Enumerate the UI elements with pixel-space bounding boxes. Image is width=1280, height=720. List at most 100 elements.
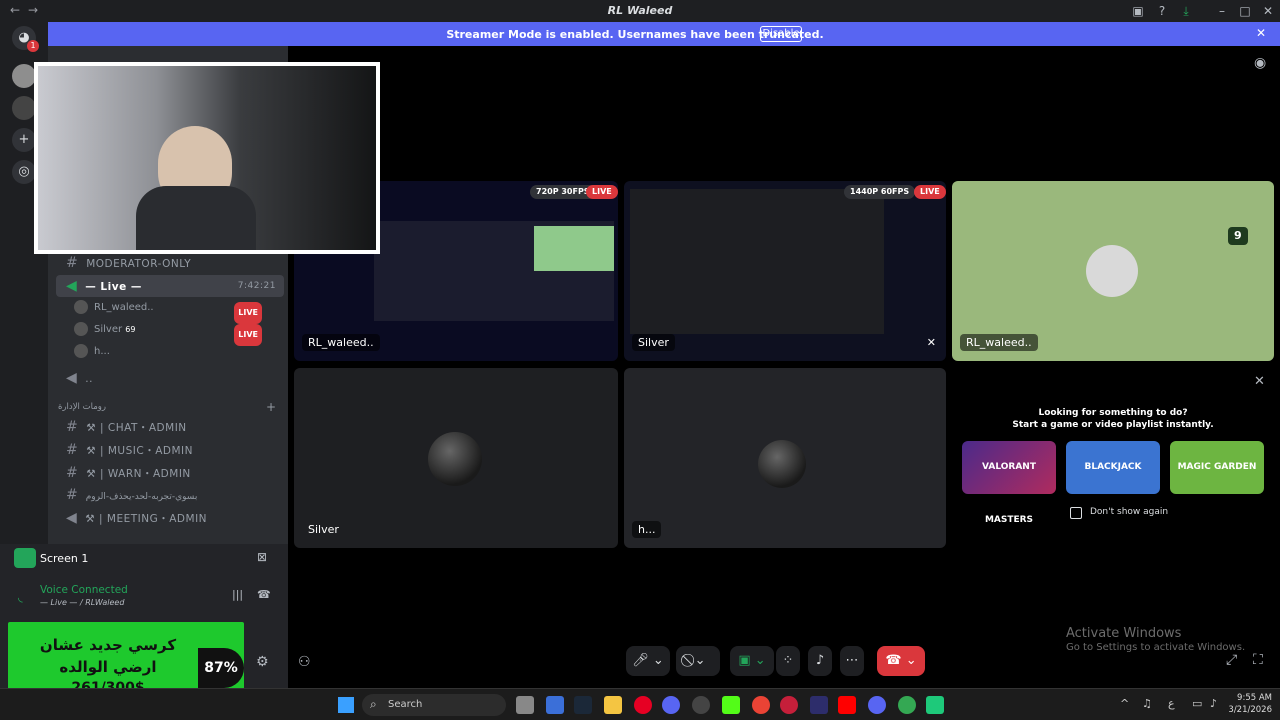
add-channel-icon[interactable]: + <box>266 400 276 414</box>
soundboard-button[interactable]: ♪ <box>808 646 832 676</box>
discord-icon[interactable] <box>662 696 680 714</box>
discord-active-icon[interactable] <box>868 696 886 714</box>
category-header[interactable]: رومات الإدارة <box>58 402 106 412</box>
channel-chat-admin[interactable]: # ⚒ | CHAT・ADMIN <box>56 416 284 438</box>
channel-meeting-admin[interactable]: ◀ ⚒ | MEETING・ADMIN <box>56 507 284 529</box>
voice-status[interactable]: Voice Connected <box>40 584 128 596</box>
disable-button[interactable]: Disable <box>760 26 802 42</box>
server-icon-2[interactable] <box>12 96 36 120</box>
activation-subtitle: Go to Settings to activate Windows. <box>1066 642 1246 653</box>
tile-name: RL_waleed.. <box>960 334 1038 351</box>
activities-button[interactable]: ⁘ <box>776 646 800 676</box>
channel-music-admin[interactable]: # ⚒ | MUSIC・ADMIN <box>56 439 284 461</box>
voice-user[interactable]: RL_waleed.. LIVE <box>74 298 284 324</box>
quality-badge: 1440P 60FPS <box>844 185 916 199</box>
hang-up-button[interactable]: ☎ ⌄ <box>877 646 925 676</box>
speaker-icon: ◀ <box>66 370 78 386</box>
app-icon-3[interactable] <box>926 696 944 714</box>
mention-badge: 1 <box>27 40 39 52</box>
channel-moderator[interactable]: # MODERATOR-ONLY <box>56 252 284 274</box>
close-notice-icon[interactable]: ✕ <box>1256 26 1266 40</box>
user-tile-rl[interactable]: 9 RL_waleed.. <box>952 181 1274 361</box>
camera-button[interactable]: ⃠ ⌄ <box>676 646 720 676</box>
maximize-icon[interactable]: □ <box>1237 3 1253 19</box>
minimize-icon[interactable]: – <box>1214 3 1230 19</box>
fullscreen-icon[interactable]: ⛶ <box>1253 652 1263 668</box>
avatar <box>1086 245 1138 297</box>
kick-icon[interactable] <box>722 696 740 714</box>
dont-show-checkbox[interactable] <box>1070 507 1082 519</box>
voice-channel-live[interactable]: ◀ — Live — 7:42:21 <box>56 275 284 297</box>
steam-icon[interactable] <box>574 696 592 714</box>
popout-icon[interactable]: ⤢ <box>1226 652 1237 668</box>
mic-tray-icon[interactable]: ♫ <box>1142 697 1152 710</box>
streamer-mode-notice: Streamer Mode is enabled. Usernames have… <box>48 22 1280 46</box>
file-explorer-icon[interactable] <box>604 696 622 714</box>
volume-icon[interactable]: ♪ <box>1210 697 1217 710</box>
dont-show-label: Don't show again <box>1090 507 1169 517</box>
network-icon[interactable]: ▭ <box>1192 697 1202 710</box>
windows-start-icon[interactable] <box>338 697 354 713</box>
tray-expand-icon[interactable]: ^ <box>1120 697 1129 710</box>
voice-channel-empty[interactable]: ◀.. <box>56 367 284 389</box>
mic-button[interactable]: 🎤︎ ⌄ <box>626 646 670 676</box>
stop-stream-icon[interactable]: ⊠ <box>257 550 267 564</box>
user-tile-silver[interactable]: Silver <box>294 368 618 548</box>
help-icon[interactable]: ? <box>1154 3 1170 19</box>
activity-line2: Start a game or video playlist instantly… <box>1012 420 1214 430</box>
pinterest-icon[interactable] <box>634 696 652 714</box>
live-badge: LIVE <box>914 185 946 199</box>
tile-name: h... <box>632 521 662 538</box>
chrome-icon[interactable] <box>752 696 770 714</box>
voice-user[interactable]: h... <box>74 342 284 362</box>
discover-icon[interactable]: ◎ <box>12 160 36 184</box>
hash-icon: # <box>66 255 79 271</box>
donation-text: كرسي جديد عشان ارضي الوالده <box>39 636 177 676</box>
server-icon[interactable] <box>12 64 36 88</box>
disconnect-icon[interactable]: ☎ <box>257 588 271 601</box>
stream-tile-silver[interactable]: 1440P 60FPS LIVE Silver ✕ <box>624 181 946 361</box>
task-view-icon[interactable] <box>516 696 534 714</box>
channel-warn-admin[interactable]: # ⚒ | WARN・ADMIN <box>56 462 284 484</box>
noise-icon[interactable]: ||| <box>232 588 243 601</box>
speaker-icon: ◀ <box>66 510 78 526</box>
user-tile-h[interactable]: h... <box>624 368 946 548</box>
app-icon[interactable] <box>546 696 564 714</box>
stream-icon <box>14 548 36 568</box>
more-options-button[interactable]: ⋯ <box>840 646 864 676</box>
clock-time[interactable]: 9:55 AM <box>1226 693 1272 703</box>
inbox-icon[interactable]: ▣ <box>1130 3 1146 19</box>
kick-count-badge: 9 <box>1228 227 1248 245</box>
close-window-icon[interactable]: ✕ <box>1260 3 1276 19</box>
app-icon-2[interactable] <box>810 696 828 714</box>
invite-icon[interactable]: ⚇ <box>298 654 311 670</box>
signal-icon[interactable]: ◟ <box>18 590 23 604</box>
tile-name: Silver <box>632 334 675 351</box>
window-title: RL Waleed <box>607 4 673 17</box>
chrome-2-icon[interactable] <box>898 696 916 714</box>
voice-user[interactable]: Silver 69 LIVE <box>74 320 284 346</box>
game-card-blackjack[interactable]: BLACKJACK <box>1066 441 1160 494</box>
settings-gear-icon[interactable]: ⚙ <box>256 654 269 670</box>
tile-name: RL_waleed.. <box>302 334 380 351</box>
activity-line1: Looking for something to do? <box>1038 408 1188 418</box>
obs-icon[interactable] <box>692 696 710 714</box>
live-timer: 7:42:21 <box>237 281 276 291</box>
close-activity-icon[interactable]: ✕ <box>1254 374 1265 389</box>
avatar <box>428 432 482 486</box>
language-indicator[interactable]: ع <box>1168 697 1175 710</box>
chat-icon[interactable]: ◉ <box>1254 55 1266 71</box>
clock-date[interactable]: 3/21/2026 <box>1222 705 1272 715</box>
game-card-magic-garden[interactable]: MAGIC GARDEN <box>1170 441 1264 494</box>
avatar <box>74 300 88 314</box>
game-card-valorant[interactable]: VALORANT MASTERS <box>962 441 1056 525</box>
muted-icon[interactable]: ✕ <box>927 336 936 349</box>
media-icon[interactable] <box>780 696 798 714</box>
taskbar-search[interactable]: ⌕ Search <box>362 694 506 716</box>
channel-test[interactable]: # بسوي-تجربه-لحد-يحذف-الروم <box>56 484 284 506</box>
tile-name: Silver <box>308 523 339 536</box>
download-icon[interactable]: ⤓ <box>1178 3 1194 19</box>
add-server-icon[interactable]: + <box>12 128 36 152</box>
screen-share-button[interactable]: ▣ ⌄ <box>730 646 774 676</box>
youtube-icon[interactable] <box>838 696 856 714</box>
